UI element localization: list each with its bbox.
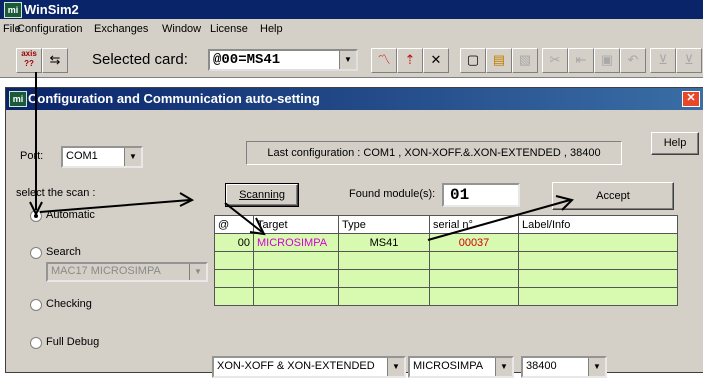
arrow-to-target-line xyxy=(224,202,263,233)
arrow-head-icon xyxy=(249,217,266,236)
arrow-to-scanning-line xyxy=(39,199,191,213)
arrow-to-accept-line xyxy=(427,199,571,241)
annotation-arrows xyxy=(29,72,574,241)
